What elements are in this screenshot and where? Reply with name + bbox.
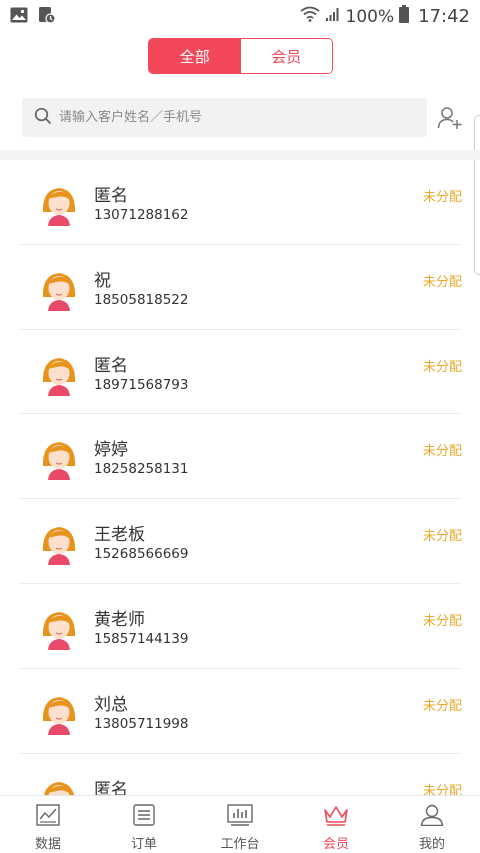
list-item[interactable]: 匿名 18971568793 未分配 bbox=[18, 330, 462, 415]
customer-name: 王老板 bbox=[94, 525, 145, 546]
customer-name: 匿名 bbox=[94, 355, 128, 376]
avatar bbox=[39, 606, 79, 650]
status-badge: 未分配 bbox=[422, 274, 462, 290]
list-item[interactable]: 王老板 15268566669 未分配 bbox=[18, 499, 462, 584]
avatar bbox=[39, 521, 79, 566]
list-item[interactable]: 匿名 未分配 bbox=[18, 754, 462, 795]
customer-name: 黄老师 bbox=[94, 609, 145, 630]
filter-tabs: 全部 会员 bbox=[148, 38, 333, 74]
battery-percentage: 100% bbox=[345, 6, 395, 27]
status-badge: 未分配 bbox=[422, 613, 462, 629]
nav-label: 我的 bbox=[418, 837, 445, 852]
nav-item-member[interactable]: 会员 bbox=[288, 796, 384, 853]
nav-item-orders[interactable]: 订单 bbox=[96, 796, 192, 853]
nav-item-workbench[interactable]: 工作台 bbox=[192, 796, 288, 853]
customer-name: 婷婷 bbox=[94, 440, 128, 461]
customer-name: 匿名 bbox=[94, 186, 128, 206]
list-item[interactable]: 祝 18505818522 未分配 bbox=[18, 245, 462, 330]
nav-label: 会员 bbox=[322, 837, 349, 852]
bottom-nav: 数据 订单 工作台 会员 我的 bbox=[0, 795, 480, 853]
customer-name: 匿名 bbox=[94, 779, 128, 795]
nav-label: 订单 bbox=[130, 837, 157, 852]
section-divider bbox=[0, 150, 480, 160]
download-status-icon bbox=[38, 6, 56, 28]
nav-item-mine[interactable]: 我的 bbox=[384, 796, 480, 853]
customer-phone: 18505818522 bbox=[94, 291, 189, 308]
list-item[interactable]: 刘总 13805711998 未分配 bbox=[18, 669, 462, 754]
crown-icon bbox=[323, 804, 349, 830]
battery-icon bbox=[399, 5, 410, 28]
image-icon bbox=[10, 7, 28, 27]
customer-phone: 15857144139 bbox=[94, 630, 189, 647]
customer-phone: 18971568793 bbox=[94, 376, 189, 393]
list-item[interactable]: 匿名 13071288162 未分配 bbox=[18, 160, 462, 245]
nav-label: 数据 bbox=[34, 837, 61, 852]
avatar bbox=[39, 436, 79, 481]
search-input[interactable] bbox=[59, 110, 399, 125]
status-badge: 未分配 bbox=[422, 359, 462, 375]
person-icon bbox=[420, 804, 444, 830]
status-bar: 100% 17:42 bbox=[0, 0, 480, 32]
avatar bbox=[39, 691, 79, 735]
chart-icon bbox=[36, 804, 60, 830]
order-list-icon bbox=[132, 804, 156, 830]
search-bar bbox=[22, 98, 427, 137]
avatar bbox=[39, 182, 79, 226]
search-icon bbox=[34, 107, 52, 129]
customer-phone: 13071288162 bbox=[94, 207, 189, 223]
workbench-icon bbox=[227, 804, 253, 830]
status-badge: 未分配 bbox=[422, 783, 462, 795]
customer-phone: 15268566669 bbox=[94, 546, 189, 563]
clock: 17:42 bbox=[418, 6, 470, 27]
tab-member[interactable]: 会员 bbox=[240, 39, 332, 73]
status-badge: 未分配 bbox=[422, 444, 462, 460]
customer-phone: 13805711998 bbox=[94, 715, 189, 732]
list-item[interactable]: 婷婷 18258258131 未分配 bbox=[18, 414, 462, 500]
customer-name: 祝 bbox=[94, 270, 111, 291]
tab-all[interactable]: 全部 bbox=[149, 39, 241, 73]
avatar bbox=[39, 352, 79, 396]
avatar bbox=[39, 267, 79, 311]
customer-name: 刘总 bbox=[94, 694, 128, 715]
status-badge: 未分配 bbox=[422, 190, 462, 205]
nav-item-data[interactable]: 数据 bbox=[0, 796, 96, 853]
signal-icon bbox=[325, 6, 341, 27]
nav-label: 工作台 bbox=[220, 837, 260, 852]
avatar bbox=[39, 776, 79, 795]
status-badge: 未分配 bbox=[422, 529, 462, 545]
wifi-icon bbox=[299, 6, 320, 27]
add-customer-icon[interactable] bbox=[437, 105, 463, 131]
status-badge: 未分配 bbox=[422, 698, 462, 714]
list-item[interactable]: 黄老师 15857144139 未分配 bbox=[18, 584, 462, 669]
customer-phone: 18258258131 bbox=[94, 461, 189, 478]
customer-list: 匿名 13071288162 未分配 祝 18505818522 未分配 匿名 … bbox=[0, 160, 480, 795]
